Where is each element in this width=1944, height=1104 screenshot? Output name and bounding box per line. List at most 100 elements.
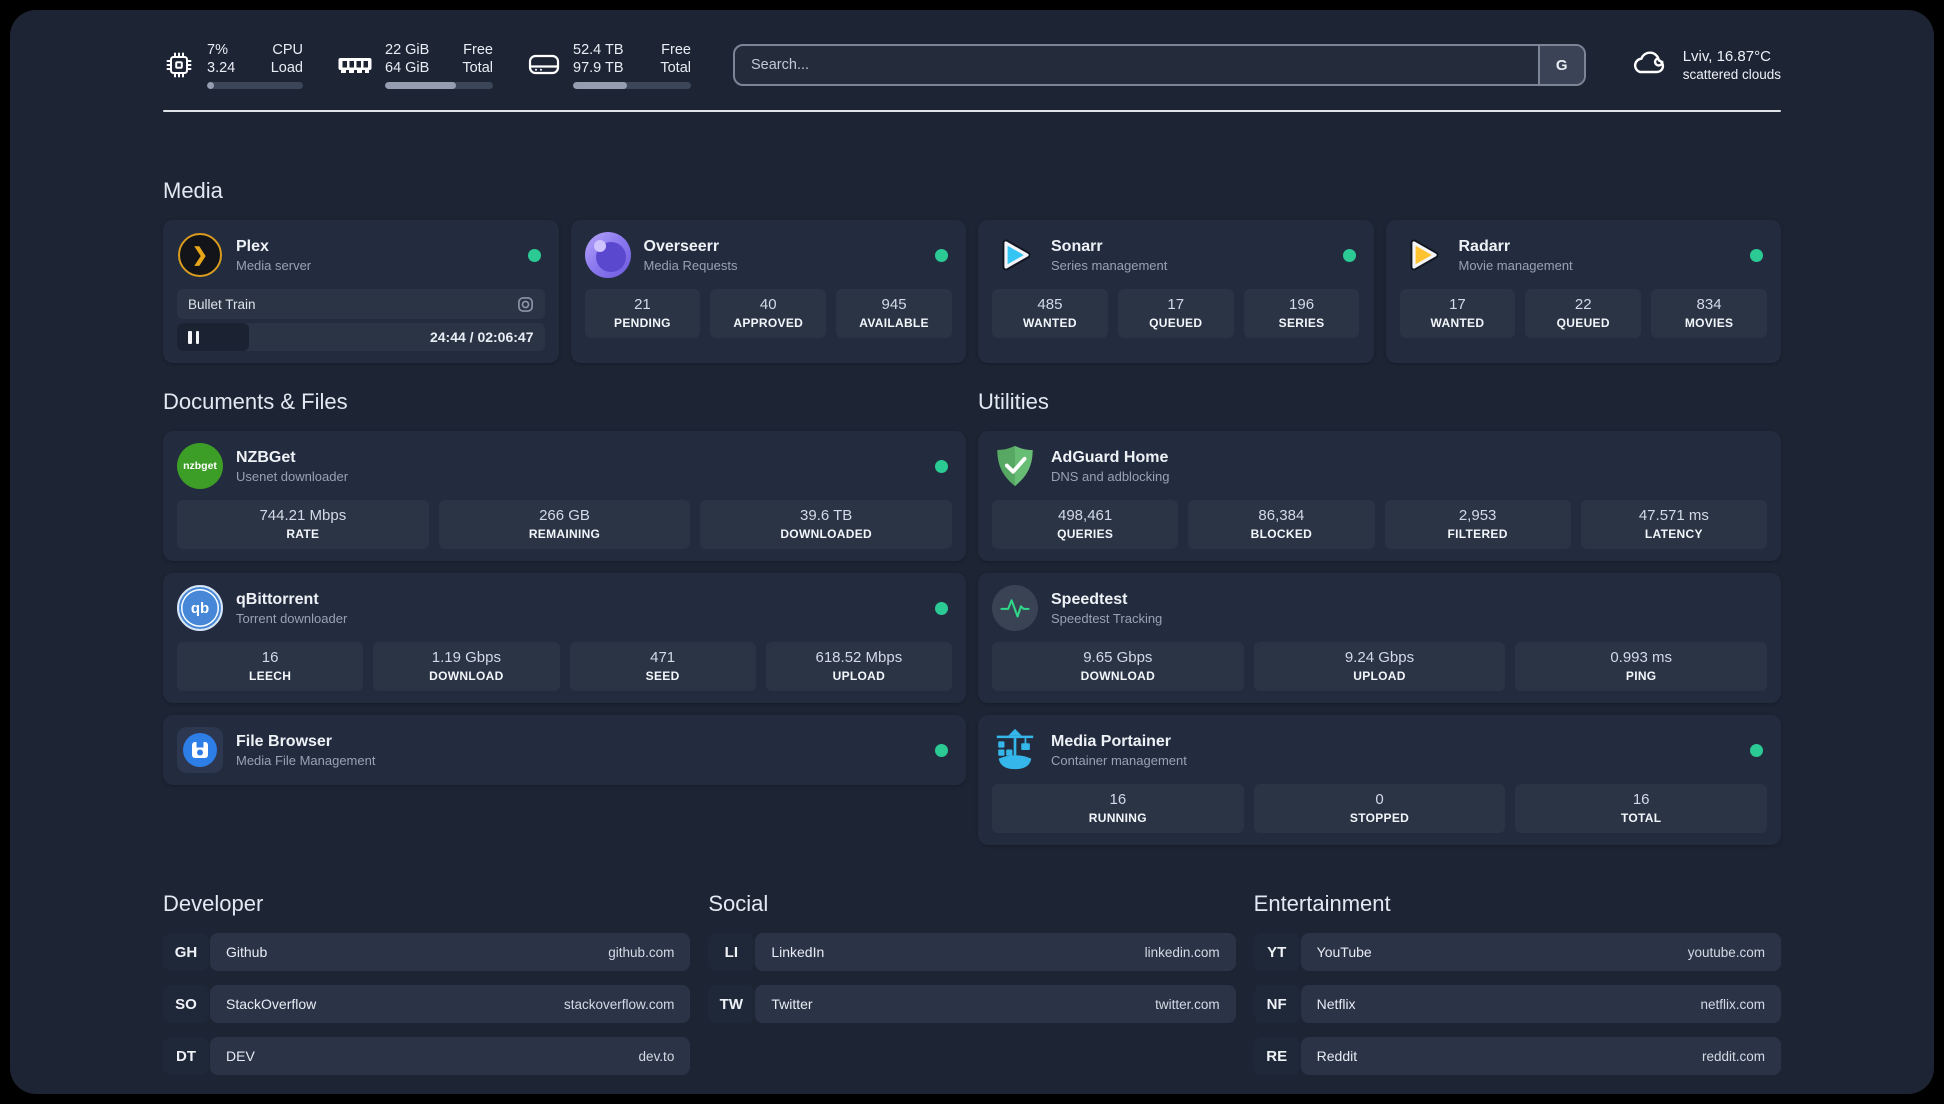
- pause-icon[interactable]: [188, 330, 199, 344]
- app-card-speedtest[interactable]: Speedtest Speedtest Tracking 9.65 Gbps D…: [978, 573, 1781, 703]
- status-dot: [935, 743, 948, 757]
- app-name: AdGuard Home: [1051, 448, 1169, 466]
- app-subtitle: Media server: [236, 258, 312, 274]
- bookmark-url: netflix.com: [1700, 996, 1765, 1012]
- search-engine-button[interactable]: G: [1537, 46, 1584, 84]
- app-name: Overseerr: [643, 237, 720, 255]
- app-card-plex[interactable]: ❯ Plex Media server Bullet Train 24:44 /…: [163, 220, 559, 363]
- bookmark-url: twitter.com: [1155, 996, 1220, 1012]
- section-title-utilities: Utilities: [978, 389, 1049, 414]
- app-card-sonarr[interactable]: Sonarr Series management 485 WANTED 17 Q…: [978, 220, 1374, 363]
- stat-tile: 16 RUNNING: [992, 784, 1244, 833]
- ram-labels: Free Total: [462, 41, 493, 76]
- bookmark-url: youtube.com: [1687, 944, 1765, 960]
- app-name: qBittorrent: [236, 590, 319, 608]
- cpu-labels: CPU Load: [270, 41, 303, 76]
- bookmark-name: DEV: [226, 1048, 255, 1064]
- bookmark-name: StackOverflow: [226, 996, 317, 1012]
- app-name: NZBGet: [236, 448, 296, 466]
- app-card-nzbget[interactable]: nzbget NZBGet Usenet downloader 744.21 M…: [163, 431, 966, 561]
- stat-tile: 17 QUEUED: [1117, 289, 1234, 338]
- bookmark-abbr: LI: [708, 933, 755, 971]
- bookmark-group-social: Social LI LinkedIn linkedin.com TW Twitt…: [708, 891, 1236, 1075]
- media-grid: ❯ Plex Media server Bullet Train 24:44 /…: [163, 220, 1781, 363]
- documents-column: Documents & Files nzbget NZBGet Usenet d…: [163, 389, 966, 845]
- stat-tile: 1.19 Gbps DOWNLOAD: [373, 642, 560, 691]
- stat-tile: 9.24 Gbps UPLOAD: [1253, 642, 1506, 691]
- plex-icon: ❯: [177, 232, 223, 278]
- ram-icon: [337, 52, 373, 78]
- overseerr-icon: [584, 232, 631, 278]
- header: 7% 3.24 CPU Load 22 GiB 64 GiB Free Tota…: [163, 38, 1781, 92]
- radarr-icon: [1400, 232, 1446, 278]
- status-dot: [935, 459, 948, 473]
- bookmark-url: github.com: [608, 944, 675, 960]
- system-stats: 7% 3.24 CPU Load 22 GiB 64 GiB Free Tota…: [163, 41, 691, 90]
- section-title-media: Media: [163, 178, 223, 203]
- ram-stat: 22 GiB 64 GiB Free Total: [337, 41, 493, 90]
- app-subtitle: Container management: [1051, 753, 1187, 769]
- stat-tile: 16 TOTAL: [1515, 784, 1768, 833]
- weather-location-temp: Lviv, 16.87°C: [1682, 48, 1771, 65]
- section-title-developer: Developer: [163, 891, 264, 916]
- stat-tile: 9.65 Gbps DOWNLOAD: [992, 642, 1244, 691]
- app-card-qbittorrent[interactable]: qb qBittorrent Torrent downloader 16 LEE…: [163, 573, 966, 703]
- status-dot: [1750, 743, 1763, 757]
- stat-tile: 0.993 ms PING: [1515, 642, 1768, 691]
- stat-tile: 618.52 Mbps UPLOAD: [765, 642, 952, 691]
- playback-progressbar: 24:44 / 02:06:47: [177, 323, 545, 351]
- app-subtitle: Speedtest Tracking: [1051, 611, 1163, 627]
- app-name: Radarr: [1458, 237, 1511, 255]
- bookmark-name: Twitter: [771, 996, 813, 1012]
- nzbget-icon: nzbget: [177, 443, 223, 489]
- bookmark-abbr: TW: [708, 985, 755, 1023]
- bookmark-abbr: NF: [1253, 985, 1300, 1023]
- section-title-social: Social: [708, 891, 769, 916]
- sonarr-icon: [992, 232, 1038, 278]
- stat-tile: 945 AVAILABLE: [836, 289, 952, 338]
- cpu-values: 7% 3.24: [207, 41, 236, 76]
- stat-tile: 39.6 TB DOWNLOADED: [700, 500, 953, 549]
- bookmark-stackoverflow[interactable]: SO StackOverflow stackoverflow.com: [163, 985, 691, 1023]
- qbittorrent-icon: qb: [177, 585, 223, 631]
- app-name: Sonarr: [1051, 237, 1103, 255]
- bookmark-name: Reddit: [1316, 1048, 1358, 1064]
- bookmark-name: LinkedIn: [771, 944, 825, 960]
- bookmark-url: linkedin.com: [1144, 944, 1220, 960]
- bookmark-url: reddit.com: [1701, 1048, 1765, 1064]
- app-subtitle: Media File Management: [236, 753, 376, 769]
- app-subtitle: Series management: [1051, 258, 1168, 274]
- filebrowser-icon: [177, 727, 223, 773]
- search-input[interactable]: [735, 46, 1538, 84]
- bookmark-linkedin[interactable]: LI LinkedIn linkedin.com: [708, 933, 1236, 971]
- stat-tile: 196 SERIES: [1243, 289, 1360, 338]
- bookmark-twitter[interactable]: TW Twitter twitter.com: [708, 985, 1236, 1023]
- weather-condition: scattered clouds: [1682, 67, 1781, 82]
- disk-stat: 52.4 TB 97.9 TB Free Total: [527, 41, 691, 90]
- now-playing-row: Bullet Train: [177, 289, 545, 319]
- search-bar: G: [733, 44, 1586, 86]
- stat-tile: 17 WANTED: [1399, 289, 1516, 338]
- cloud-icon: [1630, 48, 1670, 83]
- bookmark-youtube[interactable]: YT YouTube youtube.com: [1253, 933, 1781, 971]
- now-playing-title: Bullet Train: [188, 296, 256, 312]
- app-card-portainer[interactable]: Media Portainer Container management 16 …: [978, 715, 1781, 845]
- stat-tile: 266 GB REMAINING: [438, 500, 691, 549]
- bookmark-abbr: RE: [1253, 1037, 1300, 1075]
- app-card-adguard[interactable]: AdGuard Home DNS and adblocking 498,461 …: [978, 431, 1781, 561]
- video-camera-icon: [517, 296, 534, 313]
- section-title-documents: Documents & Files: [163, 389, 348, 414]
- stat-tile: 744.21 Mbps RATE: [177, 500, 429, 549]
- app-name: Media Portainer: [1051, 732, 1172, 750]
- status-dot: [1342, 248, 1356, 262]
- app-card-overseerr[interactable]: Overseerr Media Requests 21 PENDING 40 A…: [570, 220, 966, 363]
- utilities-column: Utilities AdGuard Home DNS and adblockin…: [978, 389, 1781, 845]
- bookmark-github[interactable]: GH Github github.com: [163, 933, 691, 971]
- stat-tile: 21 PENDING: [584, 289, 701, 338]
- bookmark-abbr: GH: [163, 933, 209, 971]
- app-card-filebrowser[interactable]: File Browser Media File Management: [163, 715, 966, 785]
- bookmark-netflix[interactable]: NF Netflix netflix.com: [1253, 985, 1781, 1023]
- bookmark-dev[interactable]: DT DEV dev.to: [163, 1037, 691, 1075]
- app-card-radarr[interactable]: Radarr Movie management 17 WANTED 22 QUE…: [1385, 220, 1781, 363]
- bookmark-reddit[interactable]: RE Reddit reddit.com: [1253, 1037, 1781, 1075]
